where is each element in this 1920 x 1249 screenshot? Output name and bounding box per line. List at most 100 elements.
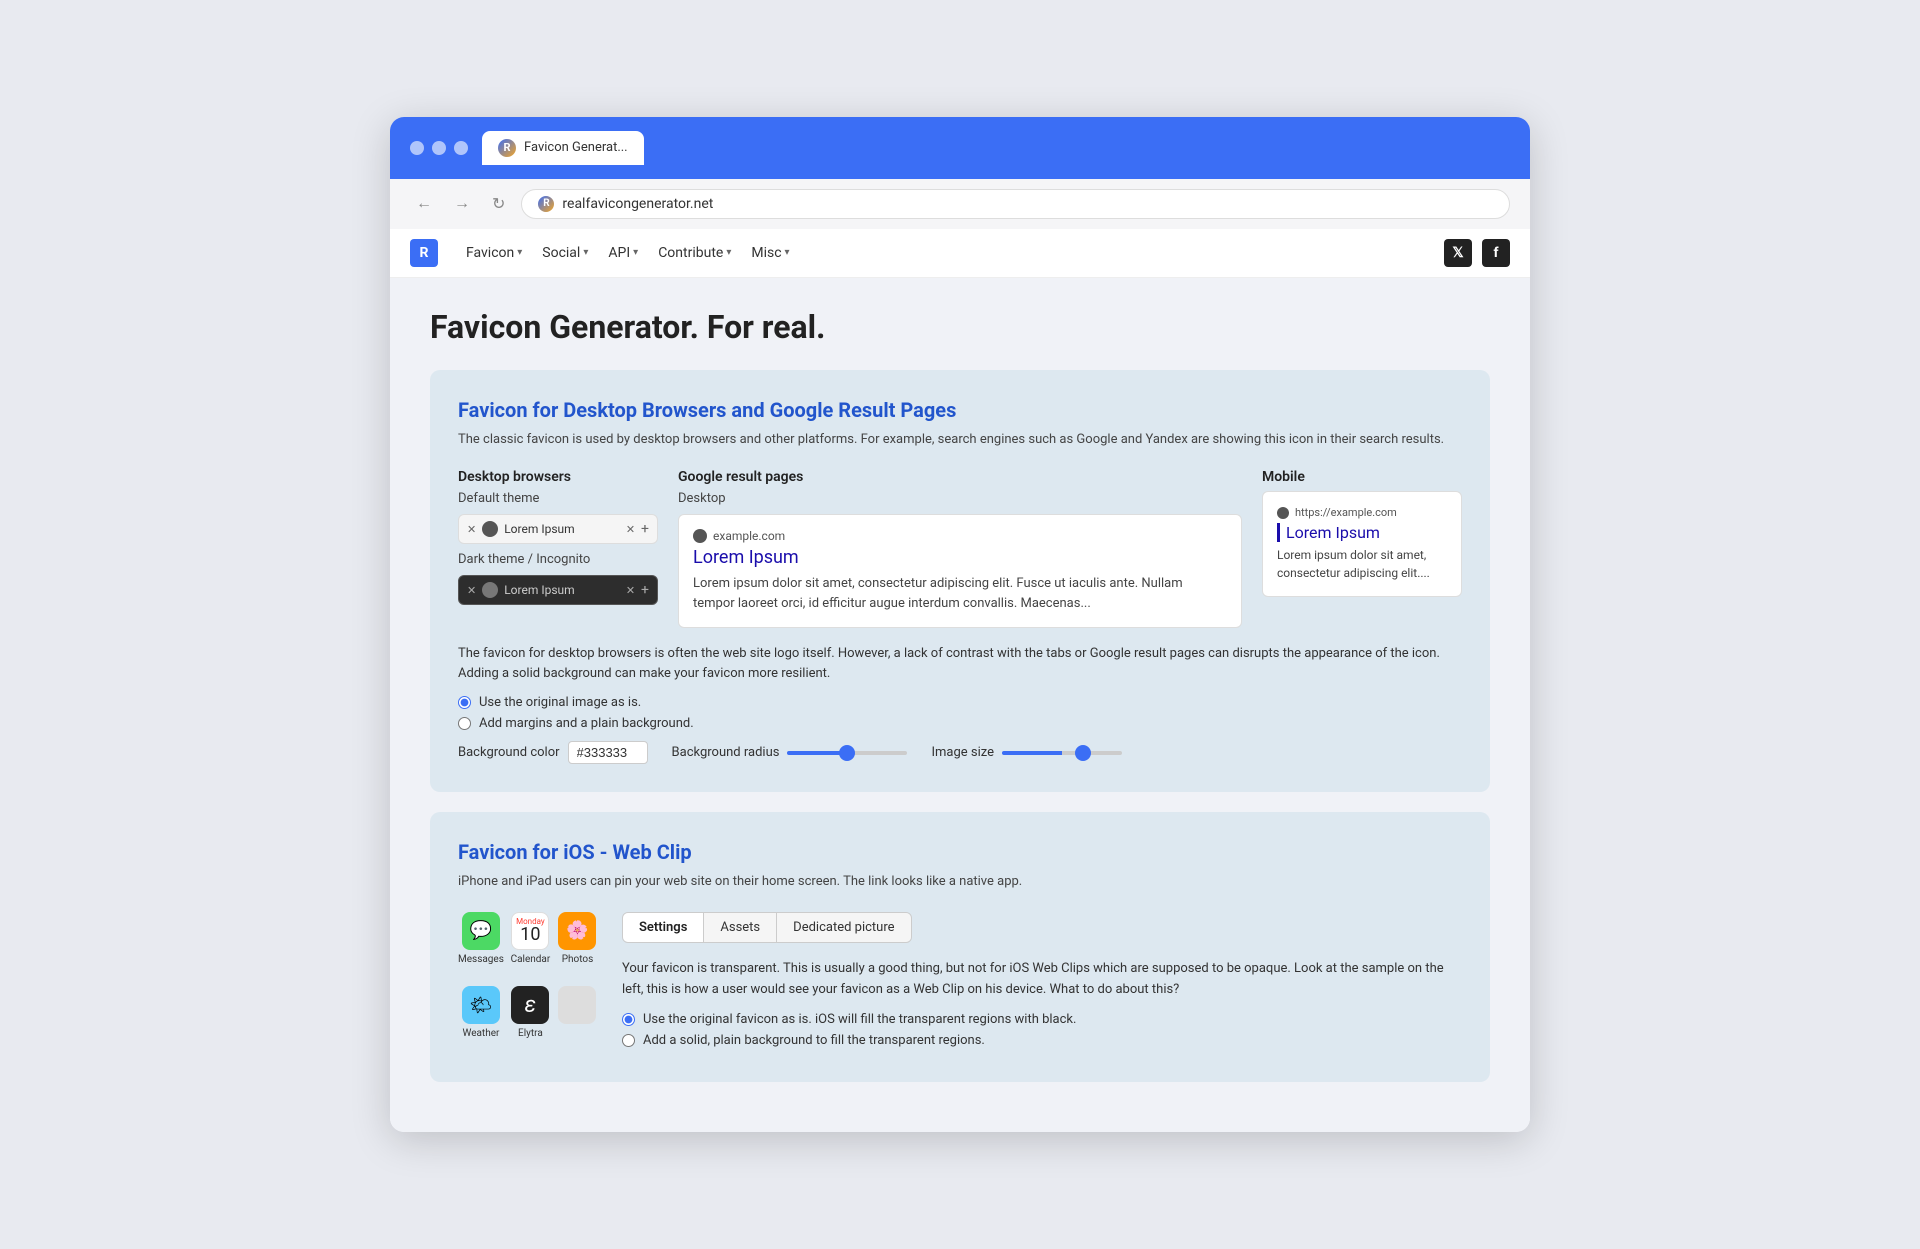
nav-favicon[interactable]: Favicon ▾ — [458, 241, 530, 265]
ios-settings-panel: Settings Assets Dedicated picture Your f… — [622, 912, 1462, 1055]
google-url-text: example.com — [713, 529, 785, 543]
google-label: Google result pages — [678, 469, 1242, 485]
img-size-label: Image size — [931, 745, 994, 760]
navbar-brand[interactable]: R — [410, 239, 438, 267]
radio-original-input[interactable] — [458, 696, 471, 709]
mobile-link[interactable]: Lorem Ipsum — [1277, 523, 1447, 542]
ios-radio-bg-label: Add a solid, plain background to fill th… — [643, 1033, 985, 1048]
dark-theme-label: Dark theme / Incognito — [458, 552, 658, 567]
desktop-section-cols: Desktop browsers Default theme ✕ Lorem I… — [458, 469, 1462, 628]
ios-elytra-icon: ε — [511, 986, 549, 1024]
dark-tab-plus[interactable]: + — [641, 582, 649, 598]
bg-color-input[interactable] — [568, 741, 648, 764]
nav-social[interactable]: Social ▾ — [534, 241, 596, 265]
ios-photos-icon: 🌸 — [558, 912, 596, 950]
facebook-icon[interactable]: f — [1482, 239, 1510, 267]
page-title: Favicon Generator. For real. — [430, 308, 1490, 346]
mobile-preview: https://example.com Lorem Ipsum Lorem ip… — [1262, 491, 1462, 597]
ios-tabs: Settings Assets Dedicated picture — [622, 912, 912, 943]
favicon-caret: ▾ — [517, 247, 522, 258]
tab-plus-btn[interactable]: + — [641, 521, 649, 537]
radio-original[interactable]: Use the original image as is. — [458, 695, 1462, 710]
options-section: The favicon for desktop browsers is ofte… — [458, 644, 1462, 764]
mobile-label: Mobile — [1262, 469, 1462, 485]
dark-tab-close-x[interactable]: ✕ — [467, 584, 476, 597]
ios-radio-original-input[interactable] — [622, 1013, 635, 1026]
dark-tab-mock: ✕ Lorem Ipsum ✕ + — [458, 575, 658, 605]
mobile-url-icon — [1277, 507, 1289, 519]
dark-tab-close-btn[interactable]: ✕ — [626, 584, 635, 597]
nav-misc[interactable]: Misc ▾ — [743, 241, 797, 265]
ios-cols: 💬 Messages Monday10 Calendar 🌸 Photos 🌤 … — [458, 912, 1462, 1055]
mobile-snippet: Lorem ipsum dolor sit amet, consectetur … — [1277, 546, 1447, 582]
browser-tab[interactable]: R Favicon Generat... — [482, 131, 644, 165]
nav-contribute[interactable]: Contribute ▾ — [650, 241, 739, 265]
default-theme-label: Default theme — [458, 491, 658, 506]
title-bar: R Favicon Generat... — [390, 117, 1530, 179]
img-size-control: Image size — [931, 745, 1122, 760]
desktop-section-title: Favicon for Desktop Browsers and Google … — [458, 398, 1462, 422]
url-favicon: R — [538, 196, 554, 212]
ios-icons-grid: 💬 Messages Monday10 Calendar 🌸 Photos 🌤 … — [458, 912, 598, 1055]
bg-radius-slider[interactable] — [787, 751, 907, 755]
navbar-social: 𝕏 f — [1444, 239, 1510, 267]
ios-app-weather: 🌤 Weather — [458, 986, 504, 1054]
desktop-browsers-label: Desktop browsers — [458, 469, 658, 485]
navbar: R Favicon ▾ Social ▾ API ▾ Contribute ▾ … — [390, 229, 1530, 278]
ios-weather-label: Weather — [462, 1028, 499, 1039]
google-snippet: Lorem ipsum dolor sit amet, consectetur … — [693, 574, 1227, 613]
bg-color-label: Background color — [458, 745, 560, 760]
ios-elytra-label: Elytra — [518, 1028, 543, 1039]
tab-close-x[interactable]: ✕ — [467, 523, 476, 536]
traffic-lights — [410, 141, 468, 155]
google-desktop-label: Desktop — [678, 491, 1242, 506]
ios-tab-assets[interactable]: Assets — [704, 913, 777, 942]
misc-caret: ▾ — [785, 247, 790, 258]
contribute-caret: ▾ — [726, 247, 731, 258]
options-desc: The favicon for desktop browsers is ofte… — [458, 644, 1462, 683]
forward-button[interactable]: → — [448, 191, 476, 217]
address-bar: ← → ↻ R realfavicongenerator.net — [390, 179, 1530, 229]
ios-radio-bg[interactable]: Add a solid, plain background to fill th… — [622, 1033, 1462, 1048]
google-url-icon — [693, 529, 707, 543]
mobile-url-text: https://example.com — [1295, 506, 1397, 519]
refresh-button[interactable]: ↻ — [486, 190, 511, 218]
dark-tab-icon — [482, 582, 498, 598]
desktop-section-desc: The classic favicon is used by desktop b… — [458, 430, 1462, 450]
ios-radio-bg-input[interactable] — [622, 1034, 635, 1047]
traffic-light-minimize[interactable] — [432, 141, 446, 155]
nav-api[interactable]: API ▾ — [600, 241, 646, 265]
radio-original-label: Use the original image as is. — [479, 695, 641, 710]
radio-bg-input[interactable] — [458, 717, 471, 730]
img-size-slider[interactable] — [1002, 751, 1122, 755]
bg-color-control: Background color — [458, 741, 648, 764]
ios-placeholder-icon — [558, 986, 596, 1024]
url-bar[interactable]: R realfavicongenerator.net — [521, 189, 1510, 219]
ios-tab-dedicated-picture[interactable]: Dedicated picture — [777, 913, 910, 942]
traffic-light-maximize[interactable] — [454, 141, 468, 155]
ios-weather-icon: 🌤 — [462, 986, 500, 1024]
tab-close-btn[interactable]: ✕ — [626, 523, 635, 536]
ios-app-calendar: Monday10 Calendar — [510, 912, 551, 980]
page-content: Favicon Generator. For real. Favicon for… — [390, 278, 1530, 1133]
ios-app-photos: 🌸 Photos — [557, 912, 598, 980]
traffic-light-close[interactable] — [410, 141, 424, 155]
ios-radio-original-label: Use the original favicon as is. iOS will… — [643, 1012, 1076, 1027]
desktop-section: Favicon for Desktop Browsers and Google … — [430, 370, 1490, 793]
ios-desc: Your favicon is transparent. This is usu… — [622, 959, 1462, 1001]
tab-label: Favicon Generat... — [524, 140, 628, 155]
twitter-icon[interactable]: 𝕏 — [1444, 239, 1472, 267]
back-button[interactable]: ← — [410, 191, 438, 217]
mobile-url-row: https://example.com — [1277, 506, 1447, 519]
radio-bg[interactable]: Add margins and a plain background. — [458, 716, 1462, 731]
ios-tab-settings[interactable]: Settings — [623, 913, 704, 942]
ios-section-title: Favicon for iOS - Web Clip — [458, 840, 1462, 864]
google-link[interactable]: Lorem Ipsum — [693, 547, 1227, 568]
radio-bg-label: Add margins and a plain background. — [479, 716, 694, 731]
ios-app-messages: 💬 Messages — [458, 912, 504, 980]
nav-links: Favicon ▾ Social ▾ API ▾ Contribute ▾ Mi… — [458, 241, 1424, 265]
dark-tab-text: Lorem Ipsum — [504, 583, 620, 597]
ios-calendar-label: Calendar — [511, 954, 551, 965]
ios-radio-original[interactable]: Use the original favicon as is. iOS will… — [622, 1012, 1462, 1027]
img-size-slider-container — [1002, 751, 1122, 755]
